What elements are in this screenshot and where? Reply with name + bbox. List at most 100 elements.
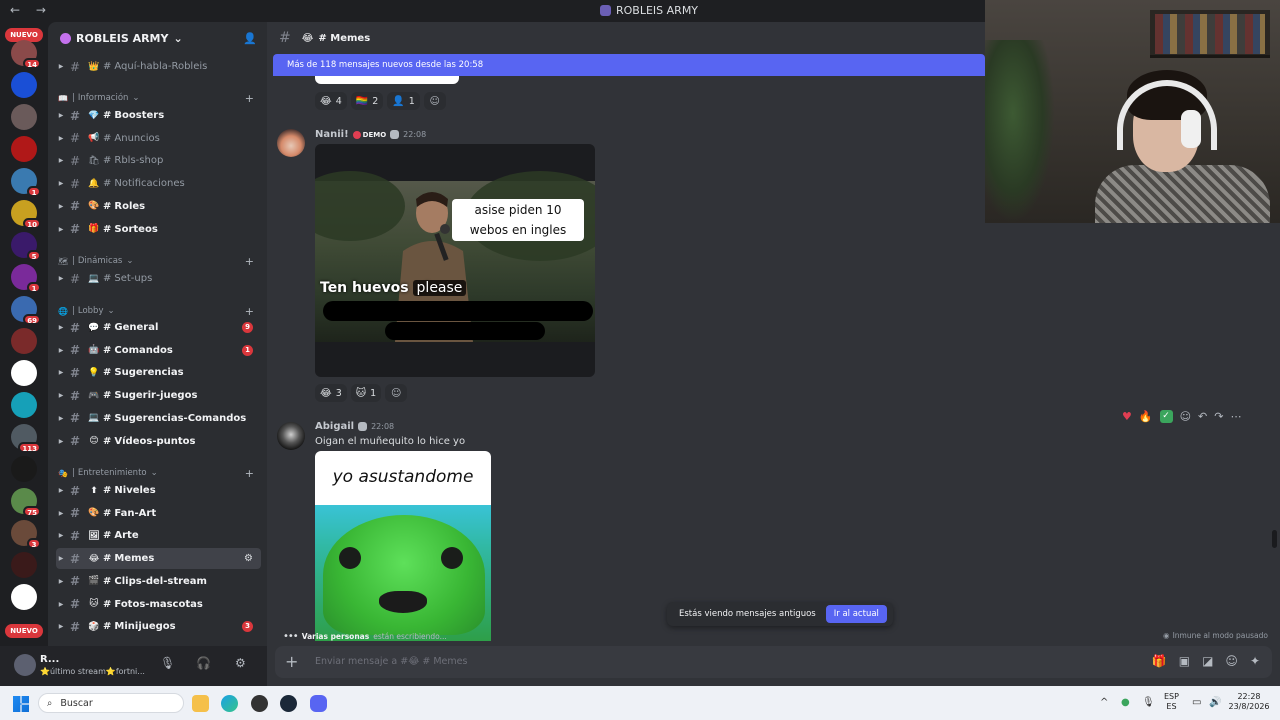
sidebar-channel[interactable]: ▶ # 💡 # Sugerencias	[56, 362, 261, 383]
server-icon[interactable]	[11, 392, 37, 418]
avatar[interactable]	[277, 129, 305, 157]
server-icon[interactable]: 69	[11, 296, 41, 325]
apps-icon[interactable]: ✦	[1250, 654, 1260, 668]
channel-category[interactable]: 📖 | Información ⌄ +	[58, 90, 258, 106]
collapse-arrow-icon[interactable]: ▶	[56, 487, 66, 494]
server-icon[interactable]: 3	[11, 520, 41, 549]
server-icon[interactable]: 5	[11, 232, 41, 261]
author-name[interactable]: Abigail	[315, 421, 354, 432]
reaction-pill[interactable]: 🏳‍🌈 2	[350, 92, 384, 110]
server-icon[interactable]	[11, 104, 37, 130]
sidebar-channel[interactable]: ▶ # 🔔 # Notificaciones	[56, 173, 261, 194]
sidebar-channel[interactable]: ▶ # 📢 # Anuncios	[56, 128, 261, 149]
gif-icon[interactable]: ▣	[1179, 654, 1190, 668]
emoji-icon[interactable]: ☺	[1225, 654, 1238, 668]
collapse-arrow-icon[interactable]: ▶	[56, 63, 66, 70]
monitor-icon[interactable]: ▭	[1192, 697, 1201, 708]
check-reaction-icon[interactable]: ✓	[1159, 410, 1173, 423]
server-icon[interactable]	[11, 360, 37, 386]
meme-image[interactable]: yo asustandome	[315, 451, 491, 641]
language-indicator[interactable]: ESP ES	[1164, 692, 1179, 712]
sidebar-channel[interactable]: ▶ # 🎨 # Roles	[56, 196, 261, 217]
meme-image[interactable]: asise piden 10 webos en ingles Ten huevo…	[315, 144, 595, 377]
collapse-arrow-icon[interactable]: ▶	[56, 510, 66, 517]
reply-icon[interactable]: ↶	[1198, 410, 1207, 423]
scrollbar-thumb[interactable]	[1272, 530, 1277, 548]
collapse-arrow-icon[interactable]: ▶	[56, 180, 66, 187]
collapse-arrow-icon[interactable]: ▶	[56, 226, 66, 233]
new-server-pill[interactable]: NUEVO	[5, 624, 43, 638]
collapse-arrow-icon[interactable]: ▶	[56, 438, 66, 445]
sidebar-channel[interactable]: ▶ # 👑 # Aquí-habla-Robleis	[56, 56, 261, 77]
server-icon[interactable]	[11, 456, 37, 482]
server-icon[interactable]: 75	[11, 488, 41, 517]
volume-icon[interactable]: 🔊	[1209, 697, 1221, 708]
attach-plus-icon[interactable]: +	[285, 652, 298, 671]
server-header[interactable]: ROBLEIS ARMY ⌄ 👤	[48, 22, 267, 54]
sidebar-channel[interactable]: ▶ # 💎 # Boosters	[56, 105, 261, 126]
collapse-arrow-icon[interactable]: ▶	[56, 324, 66, 331]
sidebar-channel[interactable]: ▶ # 💬 # General 9	[56, 317, 261, 338]
server-icon[interactable]: 113	[11, 424, 41, 453]
server-icon[interactable]	[11, 136, 37, 162]
server-icon[interactable]	[11, 584, 37, 610]
add-reaction-icon[interactable]: ☺	[1180, 410, 1191, 423]
sticker-icon[interactable]: ◪	[1202, 654, 1213, 668]
channel-category[interactable]: 🎭 | Entretenimiento ⌄ +	[58, 465, 258, 481]
clock[interactable]: 22:28 23/8/2026	[1228, 692, 1270, 712]
sidebar-channel[interactable]: ▶ # 🎮 # Sugerir-juegos	[56, 385, 261, 406]
create-channel-icon[interactable]: +	[245, 255, 254, 268]
windows-start-icon[interactable]	[13, 696, 29, 712]
message-composer[interactable]: + Enviar mensaje a #😂 # Memes 🎁 ▣ ◪ ☺ ✦	[275, 646, 1272, 678]
collapse-arrow-icon[interactable]: ▶	[56, 555, 66, 562]
fire-reaction-icon[interactable]: 🔥	[1139, 410, 1153, 423]
sidebar-channel[interactable]: ▶ # 🐱 # Fotos-mascotas	[56, 594, 261, 615]
history-nav-arrows[interactable]: ← →	[10, 3, 52, 17]
server-icon[interactable]	[11, 328, 37, 354]
discord-icon[interactable]	[310, 695, 327, 712]
add-reaction-icon[interactable]: ☺	[385, 384, 408, 402]
sidebar-channel[interactable]: ▶ # 🎁 # Sorteos	[56, 219, 261, 240]
create-channel-icon[interactable]: +	[245, 92, 254, 105]
heart-reaction-icon[interactable]: ♥	[1122, 410, 1132, 423]
collapse-arrow-icon[interactable]: ▶	[56, 623, 66, 630]
settings-gear-icon[interactable]: ⚙	[235, 656, 246, 670]
channel-category[interactable]: 🗺 | Dinámicas ⌄ +	[58, 253, 258, 269]
collapse-arrow-icon[interactable]: ▶	[56, 112, 66, 119]
sidebar-channel[interactable]: ▶ # 🎨 # Fan-Art	[56, 503, 261, 524]
sidebar-channel[interactable]: ▶ # 🛍 # Rbls-shop	[56, 150, 261, 171]
collapse-arrow-icon[interactable]: ▶	[56, 135, 66, 142]
reaction-pill[interactable]: 😂 4	[315, 92, 347, 110]
channel-settings-icon[interactable]: ⚙	[244, 553, 253, 564]
taskbar-search[interactable]: ⌕ Buscar	[38, 693, 184, 713]
server-icon[interactable]: 1	[11, 264, 41, 293]
message-input-placeholder[interactable]: Enviar mensaje a #😂 # Memes	[315, 656, 467, 667]
reaction-pill[interactable]: 😂 3	[315, 384, 347, 402]
sidebar-channel[interactable]: ▶ # 😊 # Vídeos-puntos	[56, 431, 261, 452]
sidebar-channel[interactable]: ▶ # 🖼 # Arte	[56, 525, 261, 546]
jump-to-present-button[interactable]: Ir al actual	[825, 605, 887, 623]
reaction-pill[interactable]: 🐱 1	[350, 384, 382, 402]
add-reaction-icon[interactable]: ☺	[423, 92, 446, 110]
sidebar-channel[interactable]: ▶ # 💻 # Sugerencias-Comandos	[56, 408, 261, 429]
collapse-arrow-icon[interactable]: ▶	[56, 275, 66, 282]
sidebar-channel[interactable]: ▶ # 💻 # Set-ups	[56, 268, 261, 289]
reaction-pill[interactable]: 👤 1	[387, 92, 420, 110]
sidebar-channel[interactable]: ▶ # 🎬 # Clips-del-stream	[56, 571, 261, 592]
new-messages-banner[interactable]: Más de 118 mensajes nuevos desde las 20:…	[273, 54, 985, 76]
microphone-icon[interactable]: 🎙	[160, 656, 175, 670]
gift-icon[interactable]: 🎁	[1152, 654, 1167, 668]
sidebar-channel[interactable]: ▶ # 🤖 # Comandos 1	[56, 340, 261, 361]
collapse-arrow-icon[interactable]: ▶	[56, 392, 66, 399]
server-icon[interactable]: 14	[11, 40, 41, 69]
sidebar-channel[interactable]: ▶ # 😂 # Memes ⚙	[56, 548, 261, 570]
server-icon[interactable]: 10	[11, 200, 41, 229]
collapse-arrow-icon[interactable]: ▶	[56, 157, 66, 164]
collapse-arrow-icon[interactable]: ▶	[56, 203, 66, 210]
collapse-arrow-icon[interactable]: ▶	[56, 369, 66, 376]
server-icon[interactable]	[11, 552, 37, 578]
microphone-tray-icon[interactable]: 🎙	[1142, 697, 1155, 708]
server-icon[interactable]	[11, 72, 37, 98]
chrome-app-icon[interactable]	[251, 695, 268, 712]
file-explorer-icon[interactable]	[192, 695, 209, 712]
